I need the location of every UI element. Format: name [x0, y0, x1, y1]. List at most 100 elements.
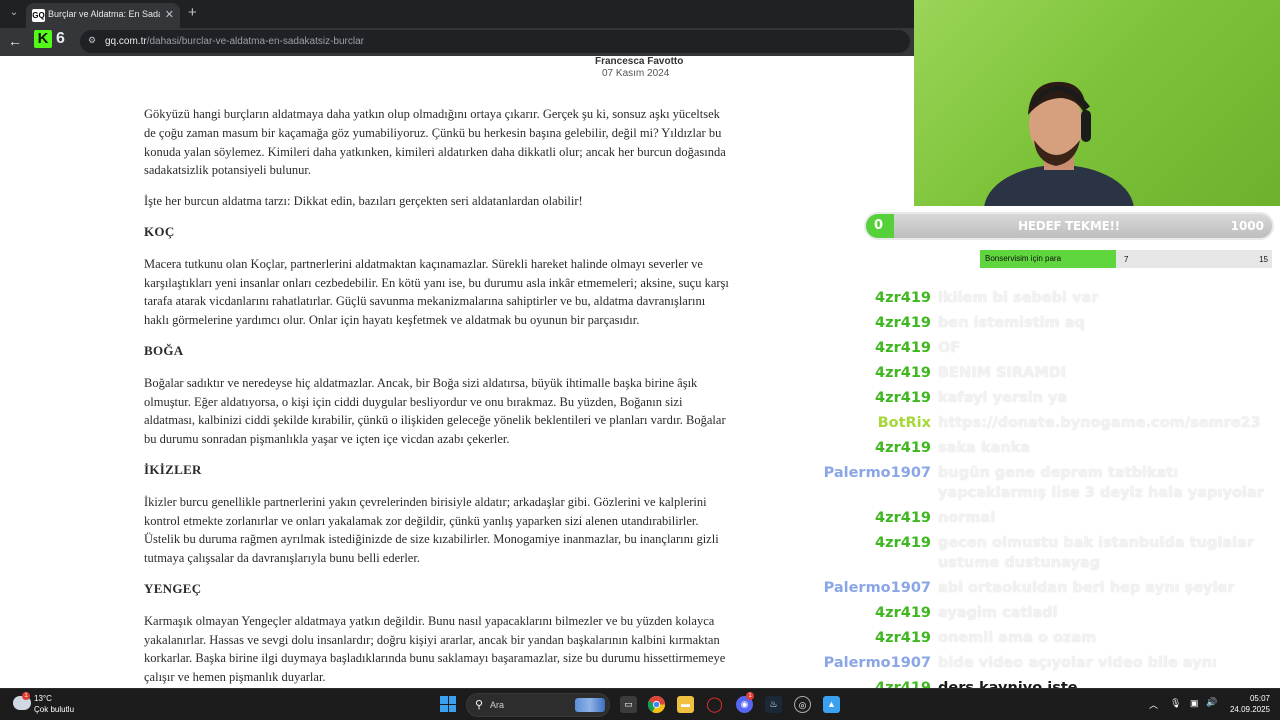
photos-icon[interactable]: ▲	[823, 696, 840, 713]
goal-target: 1000	[1230, 219, 1264, 233]
article-page: Francesca Favotto 07 Kasım 2024 Gökyüzü …	[0, 56, 914, 688]
article-intro: Gökyüzü hangi burçların aldatmaya daha y…	[144, 107, 726, 178]
volume-icon[interactable]: 🔊	[1206, 697, 1217, 708]
chat-username[interactable]: Palermo1907	[820, 653, 931, 673]
chat-username[interactable]: 4zr419	[820, 338, 931, 358]
url-host: gq.com.tr	[105, 36, 147, 47]
chat-message: Palermo1907 bide video açıyolar video bil…	[820, 653, 1280, 673]
chat-message-text: ayagim catladi	[938, 605, 1058, 621]
chat-message-text: abi ortaokuldan beri hep aynı şeyler	[938, 580, 1235, 596]
chat-message: BotRix https://donate.bynogame.com/semre2…	[820, 413, 1280, 433]
chat-username[interactable]: 4zr419	[820, 603, 931, 623]
browser-tab[interactable]: GQ Burçlar ve Aldatma: En Sadakatsiz ✕	[26, 3, 180, 28]
opera-icon[interactable]: ◯	[706, 696, 723, 713]
chat-message: 4zr419 BENIM SIRAMDI	[820, 363, 1280, 383]
chat-message-text: bide video açıyolar video bile aynı	[938, 655, 1217, 671]
chat-message-text: OF	[938, 340, 961, 356]
chrome-icon[interactable]	[647, 696, 665, 713]
chat-username[interactable]: 4zr419	[820, 533, 931, 573]
tab-close-icon[interactable]: ✕	[165, 8, 174, 21]
section-heading: KOÇ	[144, 223, 175, 239]
task-view-icon[interactable]: ▭	[620, 696, 637, 713]
chat-message: 4zr419 gecen olmustu bak istanbulda tugla…	[820, 533, 1280, 573]
weather-temperature[interactable]: 13°C	[34, 694, 52, 703]
section-heading: YENGEÇ	[144, 580, 202, 596]
new-tab-plus-icon[interactable]: +	[188, 4, 197, 21]
chat-message: 4zr419 normal	[820, 508, 1280, 528]
weather-badge: 1	[22, 692, 30, 700]
taskbar-search[interactable]: ⚲ Ara	[466, 693, 610, 717]
kick-extension-icon[interactable]: K	[34, 30, 52, 48]
search-placeholder: Ara	[490, 700, 505, 710]
chat-message-text: ikilem bi sebebi var	[938, 290, 1099, 306]
file-explorer-icon[interactable]: ▬	[677, 696, 694, 713]
chat-username[interactable]: 4zr419	[820, 363, 931, 383]
chat-username[interactable]: Palermo1907	[820, 463, 931, 503]
clock-time[interactable]: 05:07	[1220, 694, 1270, 703]
section-heading: BOĞA	[144, 342, 184, 358]
article-body: Gökyüzü hangi burçların aldatmaya daha y…	[144, 105, 729, 688]
discord-badge: 1	[746, 692, 754, 700]
article-lead: İşte her burcun aldatma tarzı: Dikkat ed…	[144, 194, 583, 209]
section-text: Macera tutkunu olan Koçlar, partnerlerin…	[144, 256, 729, 328]
chat-message-text: saka kanka	[938, 440, 1031, 456]
chat-message-text: ben istemistim aq	[938, 315, 1085, 331]
chat-username[interactable]: 4zr419	[820, 313, 931, 333]
chat-message: 4zr419 onemli ama o ozam	[820, 628, 1280, 648]
site-info-icon[interactable]: ⚙	[88, 35, 96, 46]
follow-goal-bar: 0 HEDEF TEKME!! 1000	[864, 212, 1274, 240]
chat-username[interactable]: Palermo1907	[820, 578, 931, 598]
url-text[interactable]: gq.com.tr/dahasi/burclar-ve-aldatma-en-s…	[105, 36, 364, 47]
gq-favicon-icon: GQ	[32, 9, 45, 22]
chat-message-text: gecen olmustu bak istanbulda tuglalar us…	[938, 535, 1254, 571]
extension-count: 6	[56, 30, 65, 47]
donation-label: Bonservisim için para	[985, 254, 1062, 263]
article-date: 07 Kasım 2024	[602, 68, 670, 79]
chat-username[interactable]: 4zr419	[820, 628, 931, 648]
windows-taskbar: 1 13°C Çok bulutlu ⚲ Ara ▭ ▬ ◯ ◉ 1 ♨ ◎ ▲…	[0, 688, 1280, 720]
search-icon: ⚲	[475, 699, 484, 711]
address-bar[interactable]: ⚙ gq.com.tr/dahasi/burclar-ve-aldatma-en…	[80, 30, 910, 53]
chat-username[interactable]: 4zr419	[820, 388, 931, 408]
chat-message-text: bugün gene deprem tatbikatı yapcaklarmış…	[938, 465, 1264, 501]
tab-title: Burçlar ve Aldatma: En Sadakatsiz	[48, 9, 160, 19]
chat-message: 4zr419 ben istemistim aq	[820, 313, 1280, 333]
tray-chevron-up-icon[interactable]: ︿	[1149, 698, 1158, 711]
section-heading: İKİZLER	[144, 461, 202, 477]
steam-icon[interactable]: ♨	[765, 696, 782, 713]
chat-message: 4zr419 kafayi yersin ya	[820, 388, 1280, 408]
chat-message-text: normal	[938, 510, 996, 526]
chat-message: 4zr419 ikilem bi sebebi var	[820, 288, 1280, 308]
streamer-silhouette	[984, 81, 1134, 206]
goal-label: HEDEF TEKME!!	[1018, 219, 1120, 233]
chat-message: Palermo1907 bugün gene deprem tatbikatı y…	[820, 463, 1280, 503]
section-text: İkizler burcu genellikle partnerlerini y…	[144, 494, 719, 566]
chat-username[interactable]: 4zr419	[820, 508, 931, 528]
windows-start-icon[interactable]	[440, 696, 456, 712]
browser-tab-bar: ⌄ GQ Burçlar ve Aldatma: En Sadakatsiz ✕…	[0, 0, 914, 28]
obs-icon[interactable]: ◎	[794, 696, 811, 713]
chat-message: 4zr419 ayagim catladi	[820, 603, 1280, 623]
clock-date[interactable]: 24.09.2025	[1220, 705, 1270, 714]
chat-username[interactable]: 4zr419	[820, 288, 931, 308]
weather-description[interactable]: Çok bulutlu	[34, 705, 74, 714]
tab-search-chevron-icon[interactable]: ⌄	[6, 5, 22, 21]
chat-username[interactable]: 4zr419	[820, 438, 931, 458]
chat-username[interactable]: BotRix	[820, 413, 931, 433]
microphone-icon[interactable]: 🎙	[1170, 698, 1181, 709]
chat-message: 4zr419 OF	[820, 338, 1280, 358]
section-text: Boğalar sadıktır ve neredeyse hiç aldatm…	[144, 375, 726, 447]
stream-chat: 4zr419 ikilem bi sebebi var 4zr419 ben iste…	[820, 288, 1280, 703]
chat-message-text: BENIM SIRAMDI	[938, 365, 1067, 381]
chat-message: Palermo1907 abi ortaokuldan beri hep aynı…	[820, 578, 1280, 598]
chat-message-text: kafayi yersin ya	[938, 390, 1068, 406]
donation-max: 15	[1259, 255, 1268, 264]
chat-message-text: onemli ama o ozam	[938, 630, 1097, 646]
network-icon[interactable]: ▣	[1190, 698, 1199, 709]
chat-message: 4zr419 saka kanka	[820, 438, 1280, 458]
article-author[interactable]: Francesca Favotto	[595, 56, 683, 67]
section-text: Karmaşık olmayan Yengeçler aldatmaya yat…	[144, 613, 726, 685]
url-path: /dahasi/burclar-ve-aldatma-en-sadakatsiz…	[146, 36, 365, 47]
search-highlight-image	[575, 698, 605, 712]
back-arrow-icon[interactable]: ←	[8, 33, 22, 49]
